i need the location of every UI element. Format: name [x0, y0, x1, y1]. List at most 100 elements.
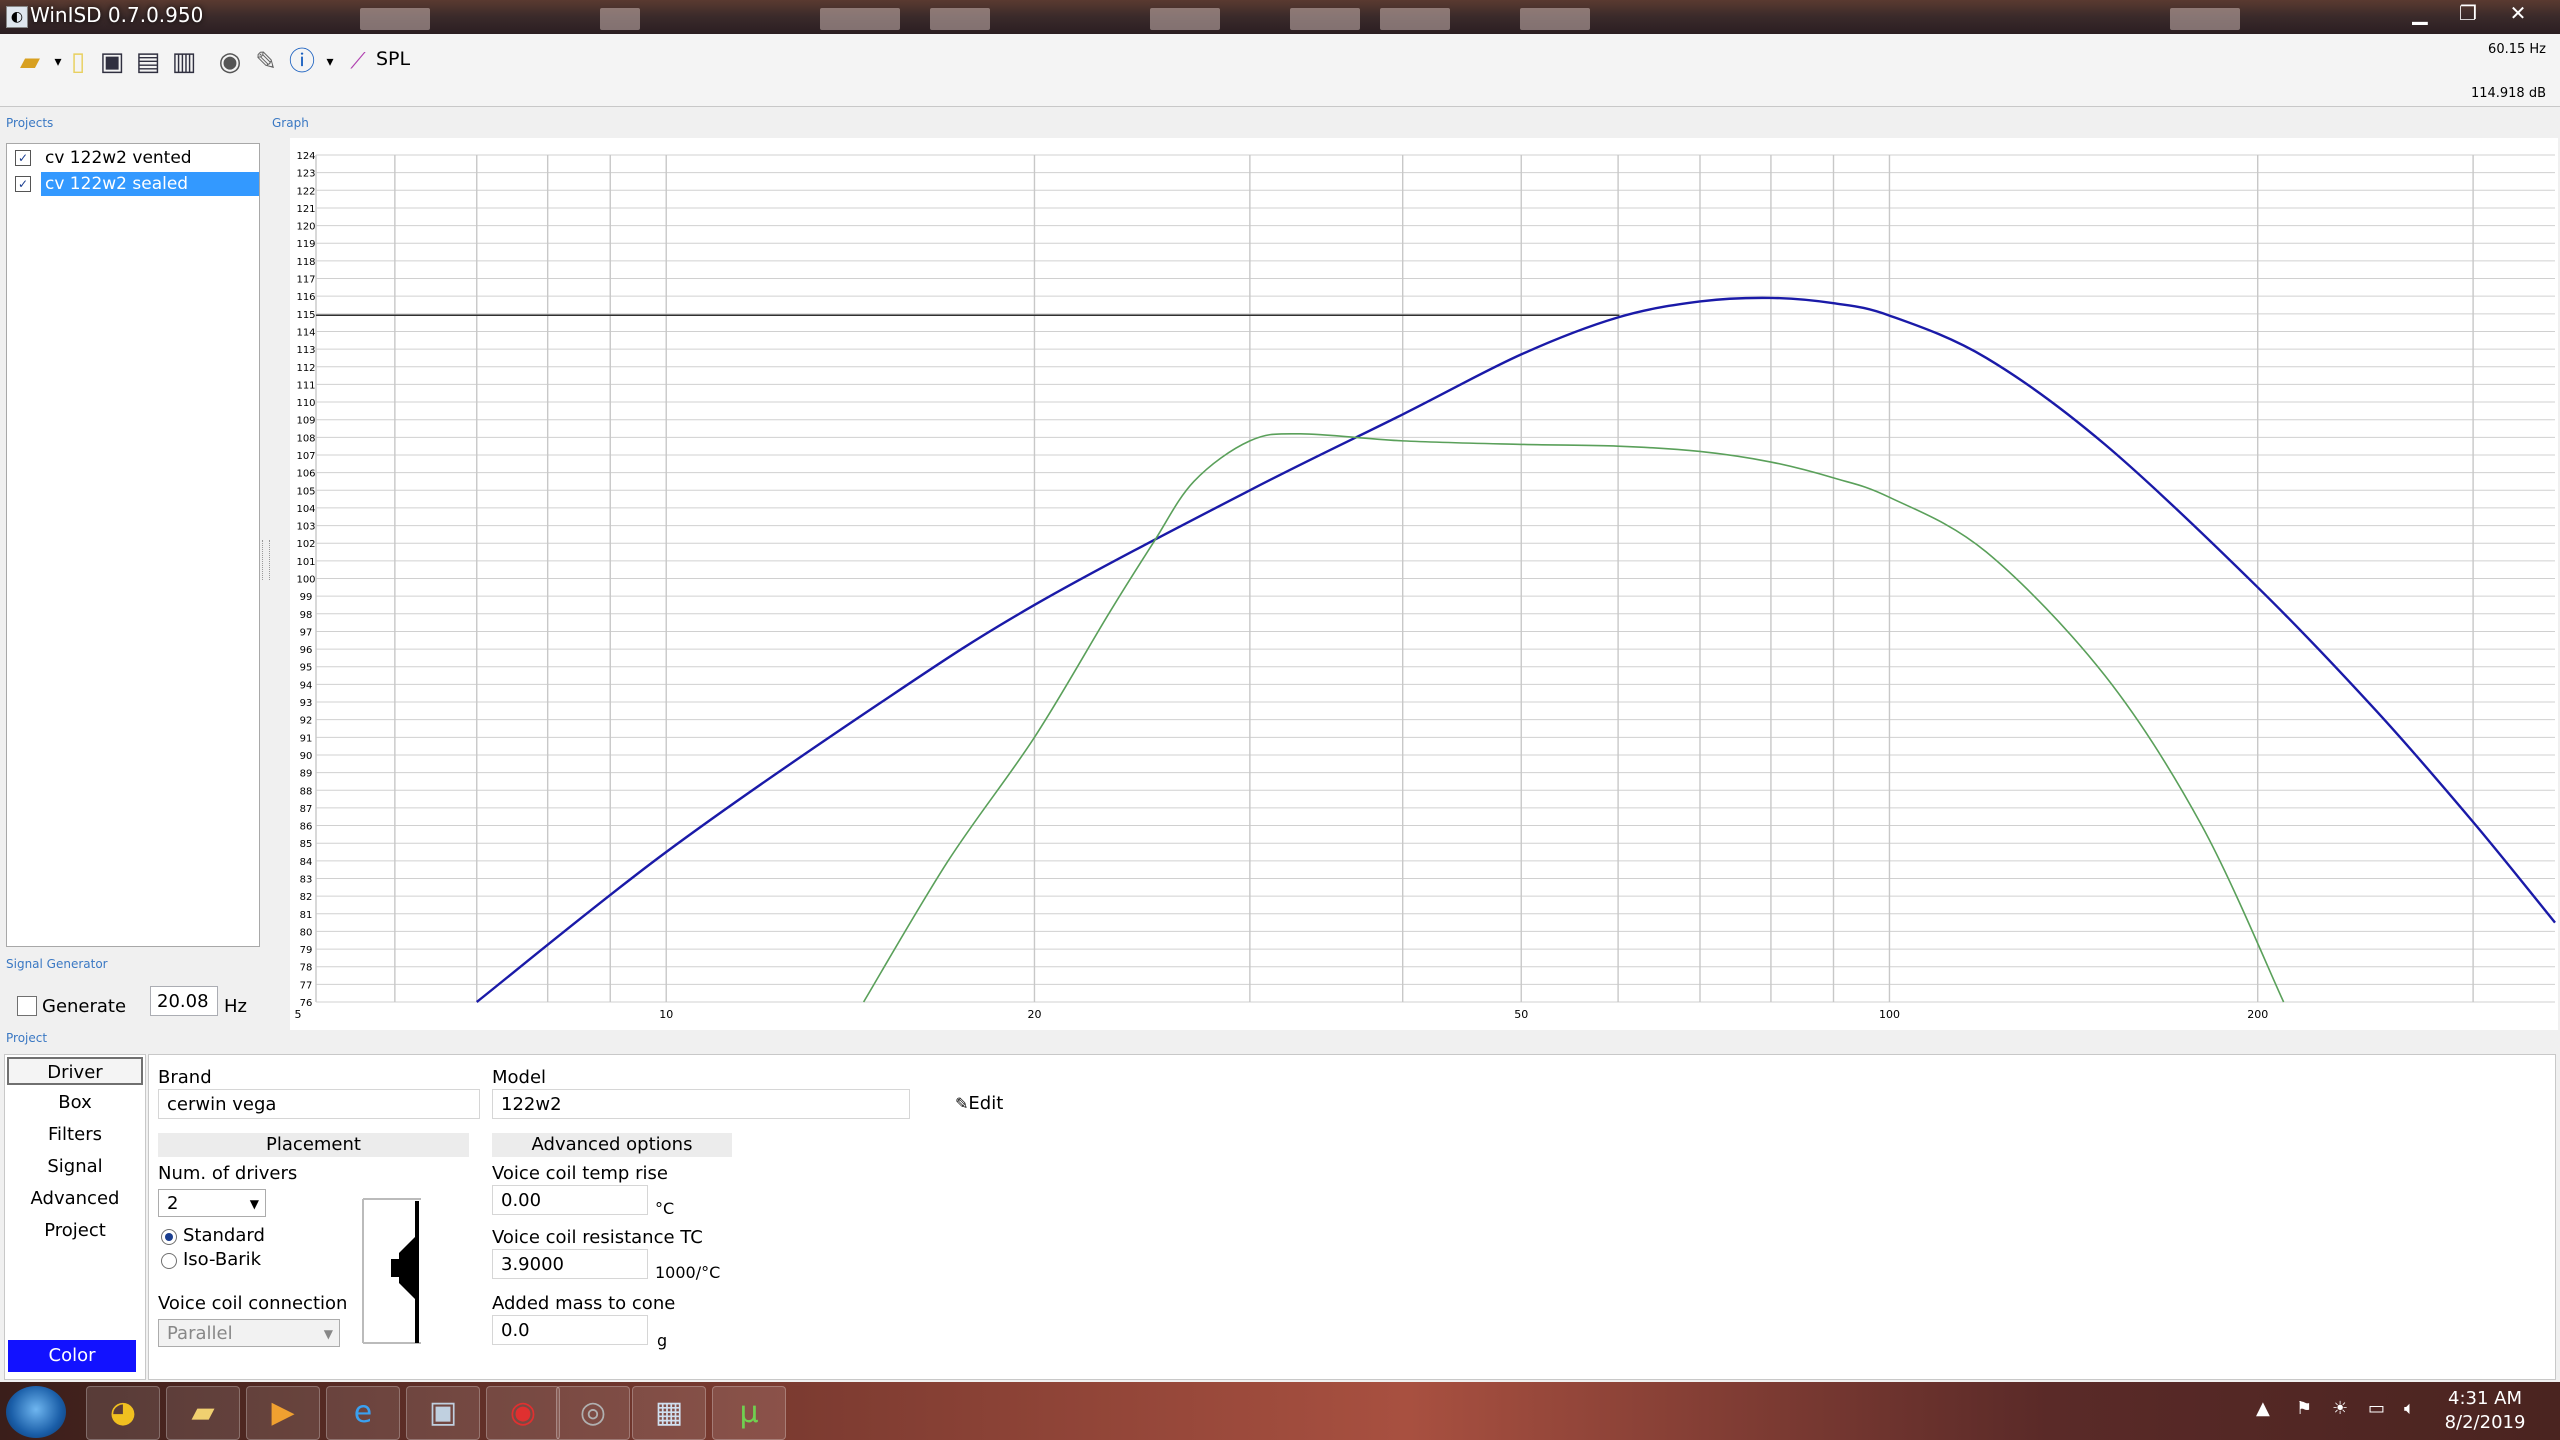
network-icon[interactable]: ▭ [2368, 1398, 2385, 1419]
y-tick-label: 121 [296, 204, 315, 215]
clock-date[interactable]: 8/2/2019 [2430, 1412, 2540, 1433]
edit-pencil-icon: ✎ [955, 1094, 969, 1113]
clock-time[interactable]: 4:31 AM [2430, 1388, 2540, 1409]
y-tick-label: 89 [300, 769, 313, 780]
save-icon[interactable]: ▣ [94, 44, 130, 80]
spl-chart[interactable]: 124 123 122 121 120 119 118 117 116 115 114 113 112 1… [290, 138, 2558, 1030]
y-tick-label: 102 [296, 539, 315, 550]
y-tick-label: 85 [300, 839, 313, 850]
y-tick-label: 110 [296, 398, 315, 409]
title-bar[interactable]: ◐ WinISD 0.7.0.950 ▁ ❐ ✕ [0, 0, 2560, 34]
y-tick-label: 120 [296, 222, 315, 233]
y-tick-label: 105 [296, 486, 315, 497]
weather-icon[interactable]: ☀ [2332, 1398, 2348, 1419]
placement-isobarik-radio[interactable] [161, 1253, 177, 1269]
project-nav: Driver Box Filters Signal Advanced Proje… [4, 1054, 146, 1380]
model-field[interactable]: 122w2 [492, 1089, 910, 1119]
maximize-button[interactable]: ❐ [2446, 0, 2490, 26]
driver-icon[interactable]: ◉ [212, 44, 248, 80]
save-as-icon[interactable]: ▤ [130, 44, 166, 80]
media-player-icon[interactable]: ▶ [246, 1386, 320, 1440]
y-tick-label: 104 [296, 504, 315, 515]
internet-explorer-icon[interactable]: e [326, 1386, 400, 1440]
added-mass-field[interactable]: 0.0 [492, 1315, 648, 1345]
project-checkbox[interactable]: ✓ [15, 176, 31, 192]
vc-temp-rise-field[interactable]: 0.00 [492, 1185, 648, 1215]
speaker-app-icon[interactable]: ◎ [556, 1386, 630, 1440]
spl-graph-icon[interactable]: ⟋ [340, 44, 376, 80]
background-window-thumbnail [600, 8, 640, 30]
app-icon: ◐ [6, 6, 28, 28]
calculator-icon[interactable]: ▦ [632, 1386, 706, 1440]
action-center-flag-icon[interactable]: ⚑ [2296, 1398, 2312, 1419]
tools-icon[interactable]: ✎ [248, 44, 284, 80]
utorrent-icon[interactable]: µ [712, 1386, 786, 1440]
project-item-vented[interactable]: ✓ cv 122w2 vented [11, 146, 255, 170]
nav-box[interactable]: Box [5, 1089, 145, 1117]
graph-type-label[interactable]: SPL [376, 48, 410, 70]
y-tick-label: 117 [296, 275, 315, 286]
vc-resistance-tc-field[interactable]: 3.9000 [492, 1249, 648, 1279]
project-name[interactable]: cv 122w2 vented [41, 146, 196, 170]
nav-driver[interactable]: Driver [7, 1057, 143, 1085]
tray-expand-icon[interactable]: ▲ [2256, 1398, 2270, 1419]
remote-desktop-icon[interactable]: ▣ [406, 1386, 480, 1440]
brand-field[interactable]: cerwin vega [158, 1089, 480, 1119]
close-icon: ✕ [2509, 1, 2527, 25]
file-explorer-icon[interactable]: ▰ [166, 1386, 240, 1440]
volume-icon[interactable]: 🔈︎ [2404, 1398, 2415, 1419]
y-tick-label: 86 [300, 822, 313, 833]
background-window-thumbnail [1150, 8, 1220, 30]
y-tick-label: 78 [300, 963, 313, 974]
start-button[interactable] [6, 1386, 66, 1438]
y-tick-label: 97 [300, 627, 313, 638]
projects-section-label: Projects [6, 116, 54, 130]
nav-project[interactable]: Project [5, 1217, 145, 1245]
x-tick-label: 50 [1514, 1008, 1528, 1021]
y-tick-label: 118 [296, 257, 315, 268]
nav-advanced[interactable]: Advanced [5, 1185, 145, 1213]
generator-frequency-input[interactable]: 20.08 [150, 986, 218, 1016]
minimize-button[interactable]: ▁ [2398, 0, 2442, 26]
y-tick-label: 83 [300, 874, 313, 885]
y-tick-label: 94 [300, 680, 313, 691]
num-drivers-select[interactable]: 2 ▼ [158, 1189, 266, 1217]
generate-checkbox[interactable] [17, 996, 37, 1016]
driver-panel: Brand cerwin vega Model 122w2 ✎Edit Plac… [148, 1054, 2556, 1380]
background-window-thumbnail [820, 8, 900, 30]
background-window-thumbnail [1520, 8, 1590, 30]
y-tick-label: 116 [296, 292, 315, 303]
frequency-readout: 60.15 Hz [2488, 42, 2546, 57]
splitter-handle[interactable] [262, 540, 270, 580]
placement-standard-label[interactable]: Standard [183, 1225, 265, 1246]
num-drivers-label: Num. of drivers [158, 1163, 298, 1184]
y-tick-label: 77 [300, 980, 313, 991]
chrome-icon[interactable]: ◕ [86, 1386, 160, 1440]
project-section-label: Project [6, 1031, 48, 1045]
y-tick-label: 103 [296, 522, 315, 533]
y-tick-label: 96 [300, 645, 313, 656]
spl-graph[interactable]: 124 123 122 121 120 119 118 117 116 115 114 113 112 1… [290, 138, 2558, 1030]
vc-connection-select[interactable]: Parallel ▼ [158, 1319, 340, 1347]
y-tick-label: 98 [300, 610, 313, 621]
placement-isobarik-label[interactable]: Iso-Barik [183, 1249, 261, 1270]
vc-connection-label: Voice coil connection [158, 1293, 348, 1314]
x-tick-label: 10 [659, 1008, 673, 1021]
y-tick-label: 90 [300, 751, 313, 762]
new-document-icon[interactable]: ▯ [60, 44, 96, 80]
placement-standard-radio[interactable] [161, 1229, 177, 1245]
generate-label[interactable]: Generate [42, 996, 126, 1017]
project-item-sealed[interactable]: ✓ cv 122w2 sealed [11, 172, 259, 196]
save-all-icon[interactable]: ▥ [166, 44, 202, 80]
y-tick-label: 122 [296, 186, 315, 197]
ev-app-icon[interactable]: ◉ [486, 1386, 560, 1440]
close-button[interactable]: ✕ [2494, 0, 2542, 26]
nav-filters[interactable]: Filters [5, 1121, 145, 1149]
vc-connection-value: Parallel [167, 1323, 233, 1344]
nav-signal[interactable]: Signal [5, 1153, 145, 1181]
y-tick-label: 100 [296, 575, 315, 586]
project-checkbox[interactable]: ✓ [15, 150, 31, 166]
color-button[interactable]: Color [8, 1340, 136, 1372]
project-name[interactable]: cv 122w2 sealed [41, 172, 259, 196]
edit-button[interactable]: ✎Edit [955, 1093, 1003, 1114]
